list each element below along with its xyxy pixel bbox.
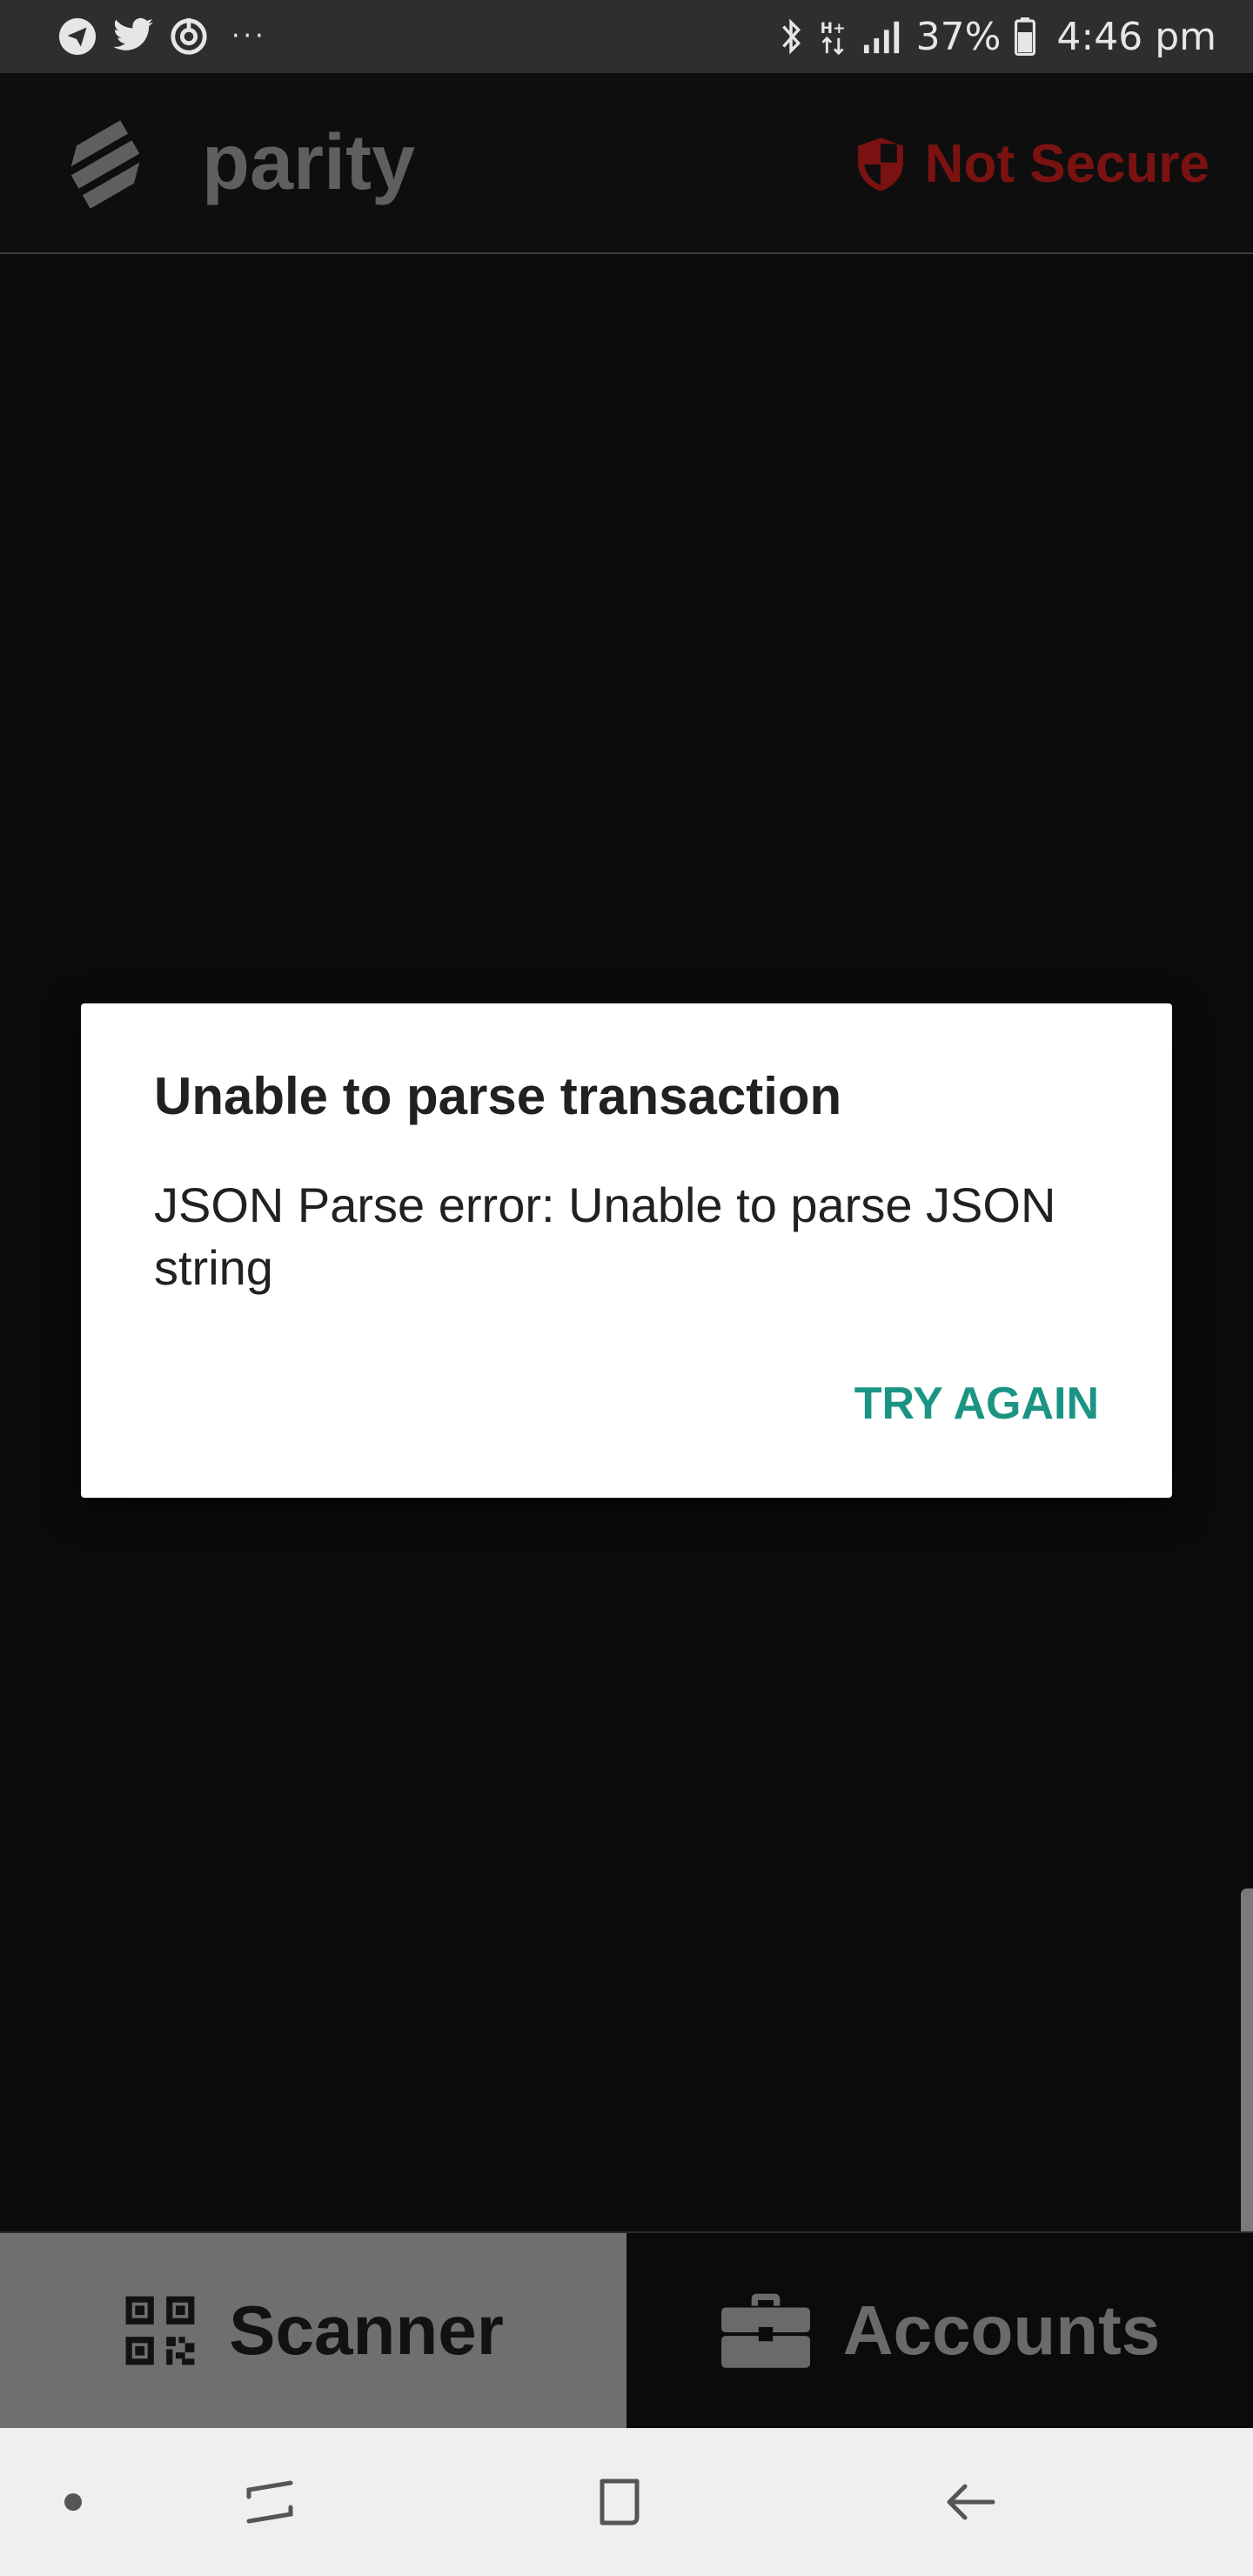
try-again-button[interactable]: TRY AGAIN [854, 1374, 1099, 1433]
app-header: parity Not Secure [0, 73, 1253, 254]
overflow-notifications: ··· [231, 21, 267, 51]
shield-icon [855, 136, 906, 193]
bluetooth-icon [779, 17, 805, 57]
security-label: Not Secure [924, 134, 1209, 194]
data-hplus-icon: H+ [819, 17, 848, 57]
sync-icon [169, 17, 209, 57]
home-icon[interactable] [593, 2476, 646, 2528]
app-brand: parity [202, 119, 416, 206]
clock: 4:46 pm [1056, 14, 1216, 59]
bottom-tab-bar: Scanner Accounts [0, 2231, 1253, 2428]
telegram-icon [57, 17, 97, 57]
status-bar: ··· H+ 37% 4:46 pm [0, 0, 1253, 73]
battery-icon [1015, 17, 1036, 56]
system-nav-bar [0, 2428, 1253, 2576]
dot-icon[interactable] [64, 2492, 83, 2512]
status-bar-left: ··· [57, 17, 267, 57]
svg-text:H+: H+ [820, 20, 845, 37]
qr-code-icon [123, 2293, 198, 2368]
twitter-icon [111, 17, 155, 57]
tab-accounts[interactable]: Accounts [626, 2233, 1253, 2428]
status-bar-right: H+ 37% 4:46 pm [779, 15, 1216, 59]
battery-percent: 37% [915, 14, 1002, 59]
signal-icon [862, 19, 902, 54]
tab-scanner-label: Scanner [229, 2291, 504, 2369]
tab-scanner[interactable]: Scanner [0, 2233, 626, 2428]
security-status[interactable]: Not Secure [855, 136, 1209, 193]
parity-logo-icon [50, 110, 160, 224]
recent-apps-icon[interactable] [244, 2476, 296, 2528]
briefcase-icon [720, 2291, 812, 2371]
tab-accounts-label: Accounts [842, 2291, 1161, 2369]
dialog-title: Unable to parse transaction [154, 1067, 842, 1125]
error-dialog: Unable to parse transaction JSON Parse e… [81, 1003, 1172, 1498]
dialog-message: JSON Parse error: Unable to parse JSON s… [154, 1177, 1056, 1295]
back-icon[interactable] [944, 2476, 996, 2528]
